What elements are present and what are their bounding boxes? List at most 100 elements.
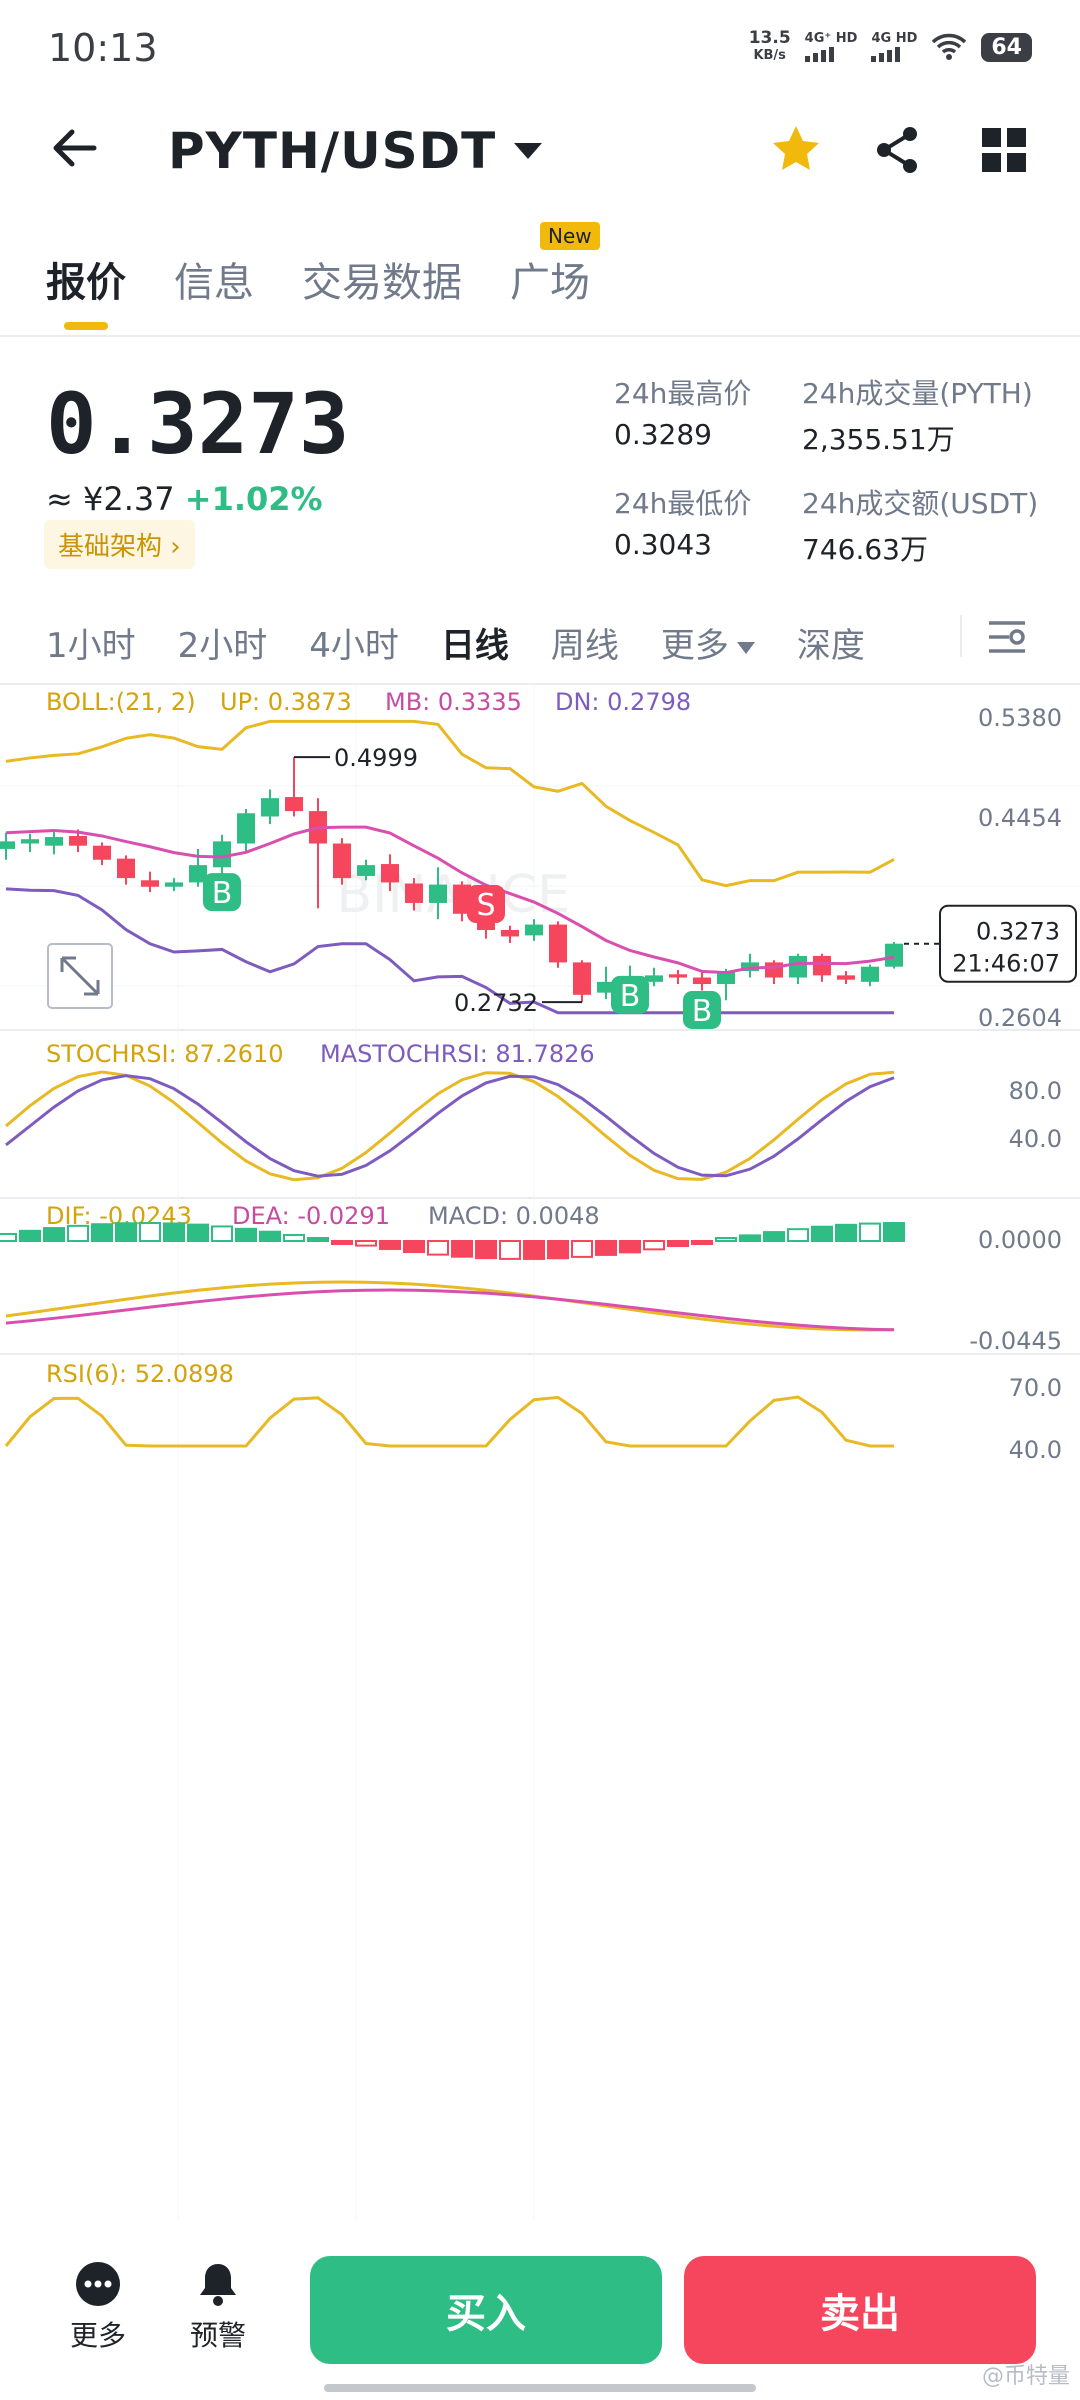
low-marker-label: 0.2732	[454, 989, 538, 1017]
macd-histogram-bar	[235, 1227, 257, 1243]
macd-histogram-bar	[403, 1240, 425, 1254]
interval-4h[interactable]: 4小时	[309, 618, 399, 667]
macd-histogram-bar	[163, 1222, 185, 1243]
candle-body	[525, 924, 543, 936]
more-menu-button[interactable]: 更多	[70, 2260, 126, 2354]
macd-histogram-bar	[643, 1240, 665, 1251]
candle-body	[21, 839, 39, 844]
tab-square[interactable]: 广场	[510, 250, 590, 308]
star-favorite-icon[interactable]	[768, 122, 824, 178]
tab-info[interactable]: 信息	[174, 250, 254, 308]
pair-title: PYTH/USDT	[168, 122, 497, 180]
active-tab-indicator	[64, 322, 108, 330]
macd-histogram-bar	[451, 1240, 473, 1258]
rsi-label: RSI(6): 52.0898	[46, 1360, 234, 1388]
boll-dn-label: DN: 0.2798	[555, 688, 691, 716]
trade-marker-text: S	[476, 888, 495, 923]
candle-body	[837, 975, 855, 980]
macd-histogram-bar	[763, 1231, 785, 1242]
grid-layout-icon[interactable]	[976, 122, 1032, 178]
high-marker-label: 0.4999	[334, 744, 418, 772]
candle-body	[237, 813, 255, 844]
amt-label: 24h成交额(USDT)	[802, 487, 1039, 520]
macd-histogram-bar	[187, 1223, 209, 1242]
mastochrsi-line	[5, 1074, 895, 1178]
macd-histogram-bar	[715, 1237, 737, 1242]
candle-body	[765, 962, 783, 978]
high-value: 0.3289	[614, 418, 712, 451]
interval-2h[interactable]: 2小时	[178, 618, 268, 667]
candle-body	[573, 962, 591, 995]
status-time: 10:13	[48, 26, 158, 70]
status-icons: 13.5 KB/s 4G⁺ HD 4G HD 64	[749, 30, 1032, 64]
macd-histogram-bar	[19, 1229, 41, 1242]
divider	[0, 335, 1080, 337]
macd-histogram-bar	[691, 1240, 713, 1245]
candle-body	[693, 977, 711, 985]
chart-settings-icon[interactable]	[985, 615, 1029, 659]
tab-quote[interactable]: 报价	[46, 250, 126, 308]
macd-histogram-bar	[739, 1234, 761, 1243]
candle-body	[669, 974, 687, 978]
amt-value: 746.63万	[802, 533, 928, 566]
macd-histogram-bar	[883, 1222, 905, 1243]
macd-histogram-bar	[811, 1225, 833, 1243]
stochrsi-label: STOCHRSI: 87.2610	[46, 1040, 284, 1068]
macd-histogram-bar	[67, 1224, 89, 1242]
back-arrow-icon[interactable]	[48, 122, 100, 174]
macd-histogram-bar	[427, 1240, 449, 1256]
candle-body	[117, 858, 135, 879]
candle-body	[285, 797, 303, 812]
macd-histogram-bar	[619, 1240, 641, 1254]
vol-label: 24h成交量(PYTH)	[802, 377, 1033, 410]
candle-body	[789, 955, 807, 978]
interval-day[interactable]: 日线	[441, 618, 509, 667]
candle-body	[429, 884, 447, 903]
wifi-icon	[932, 33, 967, 60]
new-badge: New	[540, 222, 600, 250]
pair-selector[interactable]: PYTH/USDT	[168, 122, 543, 180]
macd-histogram-bar	[43, 1227, 65, 1242]
macd-histogram-bar	[0, 1232, 17, 1243]
category-chip[interactable]: 基础架构 ›	[44, 520, 195, 569]
boll-mb-label: MB: 0.3335	[385, 688, 522, 716]
interval-1h[interactable]: 1小时	[46, 618, 136, 667]
macd-histogram-bar	[259, 1230, 281, 1242]
candle-body	[405, 883, 423, 903]
change-percent: +1.02%	[184, 480, 323, 518]
macd-axis-label: 0.0000	[978, 1226, 1062, 1254]
boll-label: BOLL:(21, 2)	[46, 688, 196, 716]
vol-value: 2,355.51万	[802, 423, 955, 456]
interval-week[interactable]: 周线	[551, 618, 619, 667]
kline-chart[interactable]: 0.53800.44540.35290.2604BINANCEBOLL:(21,…	[0, 686, 1080, 2220]
buy-button[interactable]: 买入	[310, 2256, 662, 2364]
candle-body	[549, 924, 567, 963]
interval-depth[interactable]: 深度	[797, 618, 865, 667]
alert-button[interactable]: 预警	[190, 2260, 246, 2354]
net-speed: 13.5 KB/s	[748, 28, 791, 64]
macd-histogram-bar	[283, 1233, 305, 1243]
home-indicator	[324, 2384, 756, 2392]
macd-histogram-bar	[139, 1222, 161, 1243]
macd-histogram-bar	[523, 1240, 545, 1260]
candle-body	[333, 843, 351, 879]
macd-histogram-bar	[859, 1222, 881, 1243]
more-dots-icon	[76, 2262, 120, 2306]
rsi-line	[4, 1395, 894, 1448]
low-value: 0.3043	[614, 528, 712, 561]
candle-body	[861, 966, 879, 982]
mastochrsi-label: MASTOCHRSI: 81.7826	[320, 1040, 595, 1068]
candle-body	[0, 841, 15, 849]
macd-histogram-bar	[499, 1240, 521, 1260]
low-label: 24h最低价	[614, 487, 752, 520]
price-axis-label: 0.5380	[978, 704, 1062, 732]
macd-histogram-bar	[835, 1223, 857, 1242]
price-axis-label: 0.4454	[978, 804, 1062, 832]
interval-more[interactable]: 更多	[661, 618, 755, 667]
tab-trade-data[interactable]: 交易数据	[302, 250, 462, 308]
rsi-axis-label: 40.0	[1009, 1436, 1062, 1464]
share-icon[interactable]	[870, 122, 926, 178]
macd-histogram-bar	[211, 1225, 233, 1243]
sell-button[interactable]: 卖出	[684, 2256, 1036, 2364]
boll-up-line	[5, 719, 895, 888]
